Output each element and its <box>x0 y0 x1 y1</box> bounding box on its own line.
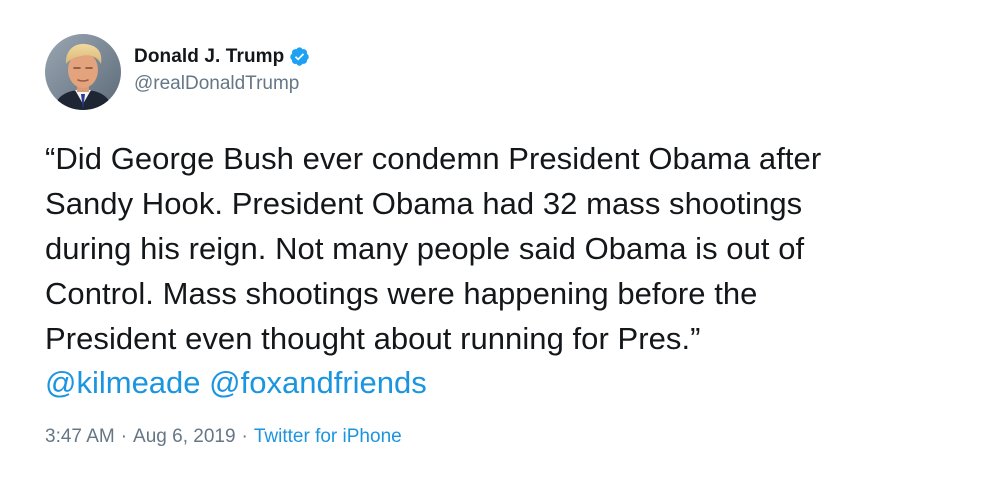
tweet-card: Donald J. Trump @realDonaldTrump “Did Ge… <box>0 0 987 502</box>
user-identity: Donald J. Trump @realDonaldTrump <box>134 44 310 95</box>
tweet-date[interactable]: Aug 6, 2019 <box>133 426 235 448</box>
user-handle[interactable]: @realDonaldTrump <box>134 73 310 95</box>
avatar[interactable] <box>45 34 121 110</box>
meta-separator: · <box>120 426 128 447</box>
tweet-mentions: @kilmeade @foxandfriends <box>45 360 427 405</box>
mention-link-kilmeade[interactable]: @kilmeade <box>45 365 201 400</box>
avatar-photo-icon <box>45 34 121 110</box>
mention-link-foxandfriends[interactable]: @foxandfriends <box>209 365 427 400</box>
verified-badge-icon <box>289 46 310 67</box>
tweet-text: “Did George Bush ever condemn President … <box>45 141 822 356</box>
name-row: Donald J. Trump <box>134 44 310 70</box>
tweet-source-link[interactable]: Twitter for iPhone <box>254 426 402 448</box>
tweet-header: Donald J. Trump @realDonaldTrump <box>45 34 310 110</box>
tweet-time[interactable]: 3:47 AM <box>45 426 115 448</box>
tweet-meta: 3:47 AM · Aug 6, 2019 · Twitter for iPho… <box>45 426 402 448</box>
display-name[interactable]: Donald J. Trump <box>134 46 284 68</box>
meta-separator: · <box>241 426 248 447</box>
